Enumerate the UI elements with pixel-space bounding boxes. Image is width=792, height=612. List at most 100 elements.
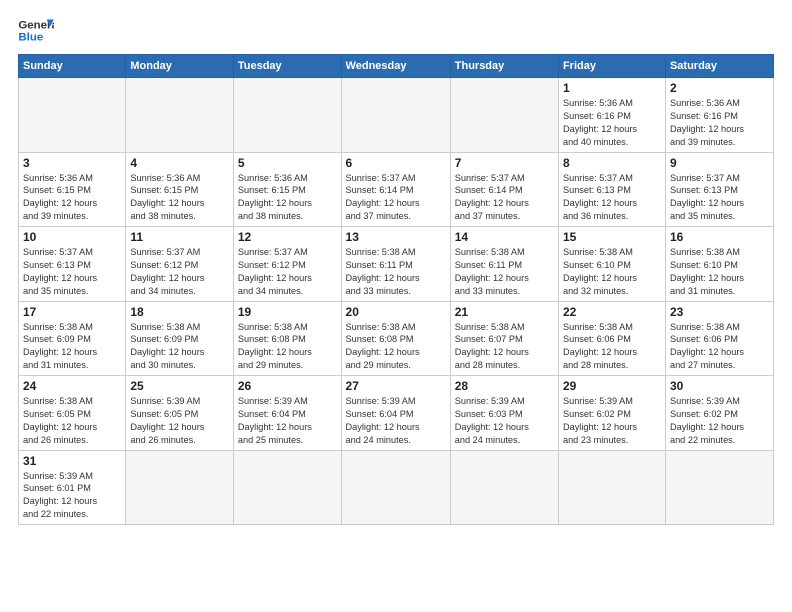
svg-text:Blue: Blue [18, 32, 43, 44]
calendar-cell: 21 Sunrise: 5:38 AM Sunset: 6:07 PM Dayli… [450, 301, 558, 376]
day-number: 10 [23, 230, 121, 244]
day-info: Sunrise: 5:39 AM Sunset: 6:04 PM Dayligh… [238, 395, 337, 447]
day-info: Sunrise: 5:36 AM Sunset: 6:16 PM Dayligh… [563, 97, 661, 149]
day-info: Sunrise: 5:36 AM Sunset: 6:15 PM Dayligh… [238, 172, 337, 224]
weekday-header-friday: Friday [558, 55, 665, 78]
calendar-week-row-6: 31 Sunrise: 5:39 AM Sunset: 6:01 PM Dayli… [19, 450, 774, 525]
weekday-header-monday: Monday [126, 55, 234, 78]
calendar-cell: 18 Sunrise: 5:38 AM Sunset: 6:09 PM Dayli… [126, 301, 234, 376]
calendar-cell: 23 Sunrise: 5:38 AM Sunset: 6:06 PM Dayli… [665, 301, 773, 376]
day-number: 4 [130, 156, 229, 170]
day-number: 23 [670, 305, 769, 319]
calendar-week-row-2: 3Sunrise: 5:36 AM Sunset: 6:15 PM Daylig… [19, 152, 774, 227]
day-info: Sunrise: 5:38 AM Sunset: 6:11 PM Dayligh… [346, 246, 446, 298]
calendar-cell: 2Sunrise: 5:36 AM Sunset: 6:16 PM Daylig… [665, 78, 773, 153]
calendar-week-row-1: 1 Sunrise: 5:36 AM Sunset: 6:16 PM Daylig… [19, 78, 774, 153]
day-number: 17 [23, 305, 121, 319]
calendar-cell: 28Sunrise: 5:39 AM Sunset: 6:03 PM Dayli… [450, 376, 558, 451]
day-info: Sunrise: 5:39 AM Sunset: 6:01 PM Dayligh… [23, 470, 121, 522]
day-info: Sunrise: 5:37 AM Sunset: 6:13 PM Dayligh… [23, 246, 121, 298]
day-number: 22 [563, 305, 661, 319]
day-number: 26 [238, 379, 337, 393]
calendar-cell: 17 Sunrise: 5:38 AM Sunset: 6:09 PM Dayli… [19, 301, 126, 376]
day-number: 24 [23, 379, 121, 393]
day-info: Sunrise: 5:38 AM Sunset: 6:05 PM Dayligh… [23, 395, 121, 447]
calendar-cell: 4 Sunrise: 5:36 AM Sunset: 6:15 PM Daylig… [126, 152, 234, 227]
day-info: Sunrise: 5:38 AM Sunset: 6:09 PM Dayligh… [23, 321, 121, 373]
day-number: 5 [238, 156, 337, 170]
day-info: Sunrise: 5:39 AM Sunset: 6:02 PM Dayligh… [670, 395, 769, 447]
day-info: Sunrise: 5:39 AM Sunset: 6:03 PM Dayligh… [455, 395, 554, 447]
day-number: 18 [130, 305, 229, 319]
weekday-header-wednesday: Wednesday [341, 55, 450, 78]
calendar-week-row-3: 10 Sunrise: 5:37 AM Sunset: 6:13 PM Dayli… [19, 227, 774, 302]
day-number: 27 [346, 379, 446, 393]
calendar-cell: 19 Sunrise: 5:38 AM Sunset: 6:08 PM Dayli… [233, 301, 341, 376]
calendar-cell [126, 450, 234, 525]
day-info: Sunrise: 5:39 AM Sunset: 6:05 PM Dayligh… [130, 395, 229, 447]
calendar-cell: 5 Sunrise: 5:36 AM Sunset: 6:15 PM Daylig… [233, 152, 341, 227]
day-number: 21 [455, 305, 554, 319]
day-info: Sunrise: 5:38 AM Sunset: 6:11 PM Dayligh… [455, 246, 554, 298]
calendar-cell [450, 450, 558, 525]
day-info: Sunrise: 5:38 AM Sunset: 6:09 PM Dayligh… [130, 321, 229, 373]
weekday-header-sunday: Sunday [19, 55, 126, 78]
calendar-cell: 24 Sunrise: 5:38 AM Sunset: 6:05 PM Dayli… [19, 376, 126, 451]
calendar-table: SundayMondayTuesdayWednesdayThursdayFrid… [18, 54, 774, 525]
calendar-cell: 14Sunrise: 5:38 AM Sunset: 6:11 PM Dayli… [450, 227, 558, 302]
generalblue-logo-icon: General Blue [18, 16, 54, 46]
calendar-cell: 6Sunrise: 5:37 AM Sunset: 6:14 PM Daylig… [341, 152, 450, 227]
header: General Blue [18, 16, 774, 46]
calendar-cell: 1 Sunrise: 5:36 AM Sunset: 6:16 PM Daylig… [558, 78, 665, 153]
calendar-cell: 25 Sunrise: 5:39 AM Sunset: 6:05 PM Dayli… [126, 376, 234, 451]
day-number: 25 [130, 379, 229, 393]
calendar-cell: 22 Sunrise: 5:38 AM Sunset: 6:06 PM Dayli… [558, 301, 665, 376]
day-number: 1 [563, 81, 661, 95]
day-info: Sunrise: 5:38 AM Sunset: 6:10 PM Dayligh… [670, 246, 769, 298]
day-number: 8 [563, 156, 661, 170]
day-info: Sunrise: 5:38 AM Sunset: 6:08 PM Dayligh… [238, 321, 337, 373]
day-number: 29 [563, 379, 661, 393]
calendar-cell: 29 Sunrise: 5:39 AM Sunset: 6:02 PM Dayli… [558, 376, 665, 451]
day-number: 19 [238, 305, 337, 319]
day-info: Sunrise: 5:36 AM Sunset: 6:15 PM Dayligh… [130, 172, 229, 224]
calendar-cell: 9Sunrise: 5:37 AM Sunset: 6:13 PM Daylig… [665, 152, 773, 227]
day-info: Sunrise: 5:37 AM Sunset: 6:12 PM Dayligh… [130, 246, 229, 298]
weekday-header-row: SundayMondayTuesdayWednesdayThursdayFrid… [19, 55, 774, 78]
day-number: 15 [563, 230, 661, 244]
calendar-cell [665, 450, 773, 525]
day-info: Sunrise: 5:36 AM Sunset: 6:15 PM Dayligh… [23, 172, 121, 224]
calendar-cell: 11Sunrise: 5:37 AM Sunset: 6:12 PM Dayli… [126, 227, 234, 302]
calendar-week-row-5: 24 Sunrise: 5:38 AM Sunset: 6:05 PM Dayli… [19, 376, 774, 451]
calendar-cell [126, 78, 234, 153]
day-info: Sunrise: 5:39 AM Sunset: 6:02 PM Dayligh… [563, 395, 661, 447]
weekday-header-tuesday: Tuesday [233, 55, 341, 78]
calendar-cell: 3Sunrise: 5:36 AM Sunset: 6:15 PM Daylig… [19, 152, 126, 227]
day-info: Sunrise: 5:38 AM Sunset: 6:06 PM Dayligh… [563, 321, 661, 373]
calendar-cell: 26 Sunrise: 5:39 AM Sunset: 6:04 PM Dayli… [233, 376, 341, 451]
calendar-cell: 30 Sunrise: 5:39 AM Sunset: 6:02 PM Dayli… [665, 376, 773, 451]
day-info: Sunrise: 5:38 AM Sunset: 6:07 PM Dayligh… [455, 321, 554, 373]
calendar-cell [341, 450, 450, 525]
calendar-cell: 27 Sunrise: 5:39 AM Sunset: 6:04 PM Dayli… [341, 376, 450, 451]
day-number: 12 [238, 230, 337, 244]
day-number: 31 [23, 454, 121, 468]
calendar-cell [450, 78, 558, 153]
day-number: 6 [346, 156, 446, 170]
day-number: 20 [346, 305, 446, 319]
calendar-cell [19, 78, 126, 153]
day-info: Sunrise: 5:38 AM Sunset: 6:08 PM Dayligh… [346, 321, 446, 373]
calendar-cell: 13Sunrise: 5:38 AM Sunset: 6:11 PM Dayli… [341, 227, 450, 302]
day-info: Sunrise: 5:39 AM Sunset: 6:04 PM Dayligh… [346, 395, 446, 447]
day-info: Sunrise: 5:37 AM Sunset: 6:13 PM Dayligh… [670, 172, 769, 224]
day-number: 30 [670, 379, 769, 393]
calendar-week-row-4: 17 Sunrise: 5:38 AM Sunset: 6:09 PM Dayli… [19, 301, 774, 376]
day-number: 16 [670, 230, 769, 244]
day-info: Sunrise: 5:38 AM Sunset: 6:06 PM Dayligh… [670, 321, 769, 373]
weekday-header-thursday: Thursday [450, 55, 558, 78]
calendar-cell [558, 450, 665, 525]
day-info: Sunrise: 5:38 AM Sunset: 6:10 PM Dayligh… [563, 246, 661, 298]
calendar-cell: 31 Sunrise: 5:39 AM Sunset: 6:01 PM Dayli… [19, 450, 126, 525]
calendar-cell: 7Sunrise: 5:37 AM Sunset: 6:14 PM Daylig… [450, 152, 558, 227]
page: General Blue SundayMondayTuesdayWednesda… [0, 0, 792, 612]
